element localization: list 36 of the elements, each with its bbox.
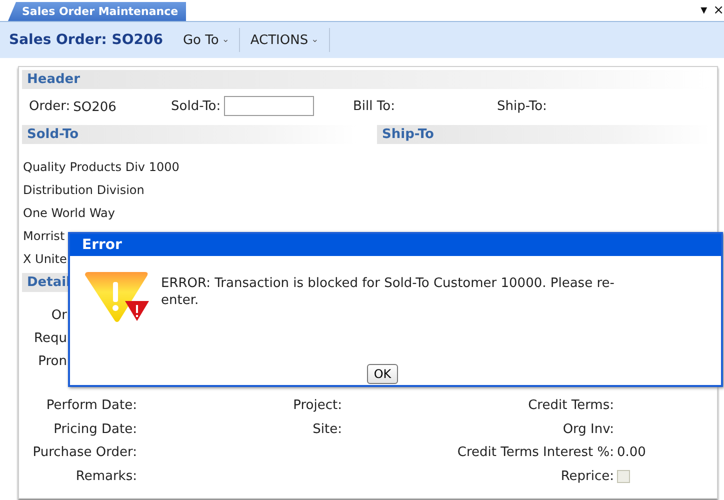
field-value: 0.00 <box>617 445 646 460</box>
field-label: Perform Date: <box>46 398 137 414</box>
menu-button[interactable]: ACTIONS ⌄ <box>240 32 329 48</box>
field-label: Credit Terms: <box>528 398 614 414</box>
close-icon[interactable]: × <box>713 4 724 18</box>
dropdown-icon[interactable]: ▾ <box>700 4 708 18</box>
field-label: Ship-To: <box>497 98 547 114</box>
sold-to-input[interactable] <box>224 96 314 116</box>
address-line: One World Way <box>23 205 116 222</box>
address-line: X Unite <box>23 251 67 268</box>
caret-icon: ⌄ <box>311 35 319 45</box>
field-label: Requ <box>33 330 67 348</box>
address-line: Morrist <box>23 228 65 245</box>
caret-icon: ⌄ <box>222 35 230 45</box>
ok-button[interactable]: OK <box>366 364 398 384</box>
field-label: Org Inv: <box>562 422 614 437</box>
field-value: SO206 <box>73 99 116 115</box>
field-label: Reprice: <box>560 468 614 484</box>
field-label: Project: <box>293 398 342 414</box>
page-title: Sales Order: SO206 <box>9 32 163 48</box>
tab[interactable]: Sales Order Maintenance <box>8 2 186 21</box>
field-label: Bill To: <box>353 98 395 114</box>
field-label: Site: <box>312 422 342 437</box>
field-label: Purchase Order: <box>32 445 137 460</box>
field-label: Or <box>50 307 67 325</box>
field-label: Pron <box>37 353 67 371</box>
address-line: Distribution Division <box>23 182 144 199</box>
warning-icon <box>83 271 151 323</box>
field-label: Credit Terms Interest %: <box>457 445 614 460</box>
menu-button[interactable]: Go To ⌄ <box>172 32 240 48</box>
dialog-title: Error <box>70 234 721 256</box>
field-label: Remarks: <box>76 468 137 484</box>
field-label: Sold-To: <box>171 98 221 114</box>
address-line: Quality Products Div 1000 <box>23 159 180 176</box>
field-label: Pricing Date: <box>54 422 137 437</box>
field-label: Order: <box>29 98 70 114</box>
